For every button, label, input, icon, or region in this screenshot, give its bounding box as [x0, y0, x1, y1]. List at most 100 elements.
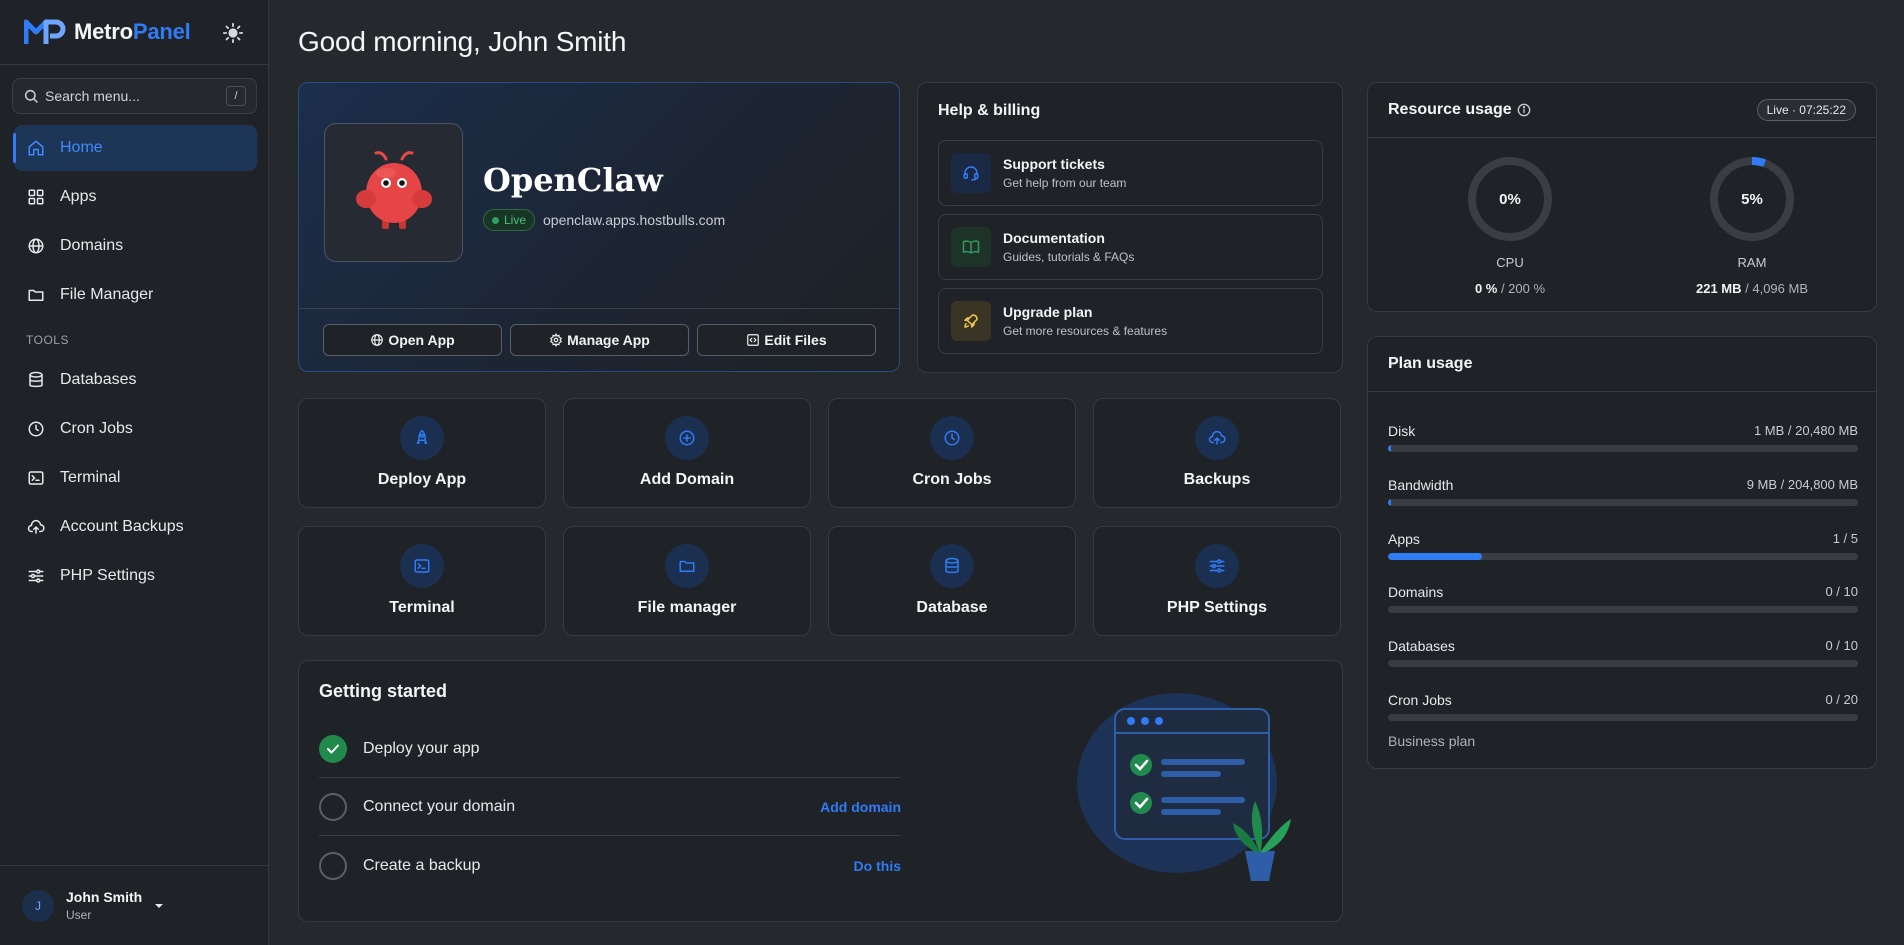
app-url[interactable]: openclaw.apps.hostbulls.com [543, 212, 725, 228]
tile-label: Backups [1183, 471, 1251, 488]
deploy-app-tile[interactable]: Deploy App [298, 398, 546, 508]
sidebar-item-account-backups[interactable]: Account Backups [14, 504, 257, 550]
plan-row-label: Apps [1388, 531, 1420, 547]
cron-jobs-tile[interactable]: Cron Jobs [828, 398, 1076, 508]
sidebar-item-cron-jobs[interactable]: Cron Jobs [14, 406, 257, 452]
ram-gauge: 5% RAM 221 MB / 4,096 MB [1672, 155, 1832, 296]
backups-tile[interactable]: Backups [1093, 398, 1341, 508]
user-menu[interactable]: J John Smith User [0, 865, 269, 945]
sidebar-item-databases[interactable]: Databases [14, 357, 257, 403]
sidebar-item-label: Terminal [60, 469, 121, 486]
open-app-button[interactable]: Open App [323, 324, 502, 356]
caret-down-icon[interactable] [154, 901, 164, 911]
step-deploy-app: Deploy your app [319, 720, 901, 778]
ram-percent: 5% [1741, 191, 1763, 208]
home-icon [28, 140, 44, 156]
plan-row-disk: Disk 1 MB / 20,480 MB [1388, 423, 1858, 452]
manage-app-button[interactable]: Manage App [510, 324, 689, 356]
sidebar-item-php-settings[interactable]: PHP Settings [14, 553, 257, 599]
empty-circle-icon[interactable] [319, 852, 347, 880]
file-manager-tile[interactable]: File manager [563, 526, 811, 636]
step-label: Create a backup [363, 857, 481, 874]
page-title: Good morning, John Smith [298, 26, 627, 57]
usage-bar [1388, 499, 1858, 506]
usage-bar-fill [1388, 499, 1391, 506]
terminal-tile[interactable]: Terminal [298, 526, 546, 636]
php-settings-tile[interactable]: PHP Settings [1093, 526, 1341, 636]
info-icon[interactable] [1517, 103, 1531, 117]
sidebar-item-apps[interactable]: Apps [14, 174, 257, 220]
cloud-upload-icon [1195, 416, 1239, 460]
app-actions: Open App Manage App Edit Files [299, 308, 899, 371]
do-this-link[interactable]: Do this [854, 858, 901, 874]
usage-bar [1388, 553, 1858, 560]
plan-row-value: 1 / 5 [1832, 531, 1858, 546]
rocket-icon [400, 416, 444, 460]
sidebar-nav: Home Apps Domains File Manager TOOLS Dat… [0, 125, 269, 602]
search-box[interactable]: / [12, 78, 257, 114]
ram-value: 221 MB / 4,096 MB [1695, 281, 1808, 296]
resource-usage-card: Resource usage Live · 07:25:22 0% CPU 0 … [1367, 82, 1877, 312]
plan-row-value: 1 MB / 20,480 MB [1753, 423, 1858, 438]
ram-ring: 5% [1710, 157, 1794, 241]
step-create-backup: Create a backup Do this [319, 837, 901, 895]
plan-row-value: 9 MB / 204,800 MB [1746, 477, 1858, 492]
live-clock-badge: Live · 07:25:22 [1756, 99, 1856, 121]
search-icon [24, 89, 38, 103]
help-item-subtitle: Get help from our team [1003, 176, 1127, 190]
help-item-title: Documentation [1003, 230, 1105, 246]
plan-row-label: Disk [1388, 423, 1416, 439]
usage-bar [1388, 445, 1858, 452]
help-billing-card: Help & billing Support tickets Get help … [917, 82, 1343, 373]
crab-mascot-icon [355, 150, 432, 229]
add-domain-tile[interactable]: Add Domain [563, 398, 811, 508]
app-name: OpenClaw [483, 161, 663, 199]
plan-row-value: 0 / 10 [1825, 638, 1858, 653]
support-tickets-link[interactable]: Support tickets Get help from our team [938, 140, 1323, 206]
documentation-link[interactable]: Documentation Guides, tutorials & FAQs [938, 214, 1323, 280]
metropanel-logo-icon [24, 19, 66, 44]
button-label: Open App [388, 332, 455, 348]
usage-bar-fill [1388, 553, 1482, 560]
sidebar-item-domains[interactable]: Domains [14, 223, 257, 269]
ram-label: RAM [1737, 255, 1767, 270]
database-icon [29, 371, 43, 388]
cloud-upload-icon [27, 519, 45, 534]
sidebar-item-terminal[interactable]: Terminal [14, 455, 257, 501]
resource-usage-header: Resource usage Live · 07:25:22 [1368, 83, 1876, 138]
sidebar-item-file-manager[interactable]: File Manager [14, 272, 257, 318]
clock-icon [28, 421, 44, 437]
edit-files-button[interactable]: Edit Files [697, 324, 876, 356]
empty-circle-icon[interactable] [319, 792, 347, 821]
button-label: Edit Files [764, 332, 827, 348]
tile-label: File manager [637, 599, 737, 616]
step-connect-domain: Connect your domain Add domain [319, 778, 901, 836]
database-tile[interactable]: Database [828, 526, 1076, 636]
tile-label: PHP Settings [1166, 599, 1268, 616]
plan-row-label: Cron Jobs [1388, 692, 1452, 708]
sidebar-item-label: Cron Jobs [60, 420, 133, 437]
globe-icon [28, 238, 44, 254]
terminal-icon [28, 471, 44, 485]
sliders-icon [28, 569, 44, 583]
plan-row-label: Databases [1388, 638, 1455, 654]
plan-row-databases: Databases 0 / 10 [1388, 638, 1858, 667]
status-badge: Live [483, 209, 536, 231]
plan-usage-card: Plan usage Disk 1 MB / 20,480 MB Bandwidth… [1367, 336, 1877, 769]
upgrade-plan-link[interactable]: Upgrade plan Get more resources & featur… [938, 288, 1323, 354]
sidebar-item-label: Home [60, 139, 103, 156]
folder-icon [28, 289, 44, 301]
sidebar-item-label: Account Backups [60, 518, 184, 535]
sun-icon[interactable] [222, 22, 244, 44]
resource-usage-title: Resource usage [1388, 101, 1512, 118]
cpu-value: 0 % / 200 % [1474, 281, 1546, 296]
search-input[interactable] [45, 88, 226, 104]
user-info: John Smith User [66, 889, 142, 922]
cpu-percent: 0% [1499, 191, 1521, 208]
sidebar-item-label: PHP Settings [60, 567, 155, 584]
add-domain-link[interactable]: Add domain [820, 799, 901, 815]
rocket-icon [951, 301, 991, 341]
search-shortcut-key: / [226, 86, 246, 106]
sidebar-item-home[interactable]: Home [13, 125, 257, 171]
tile-label: Deploy App [377, 471, 467, 488]
